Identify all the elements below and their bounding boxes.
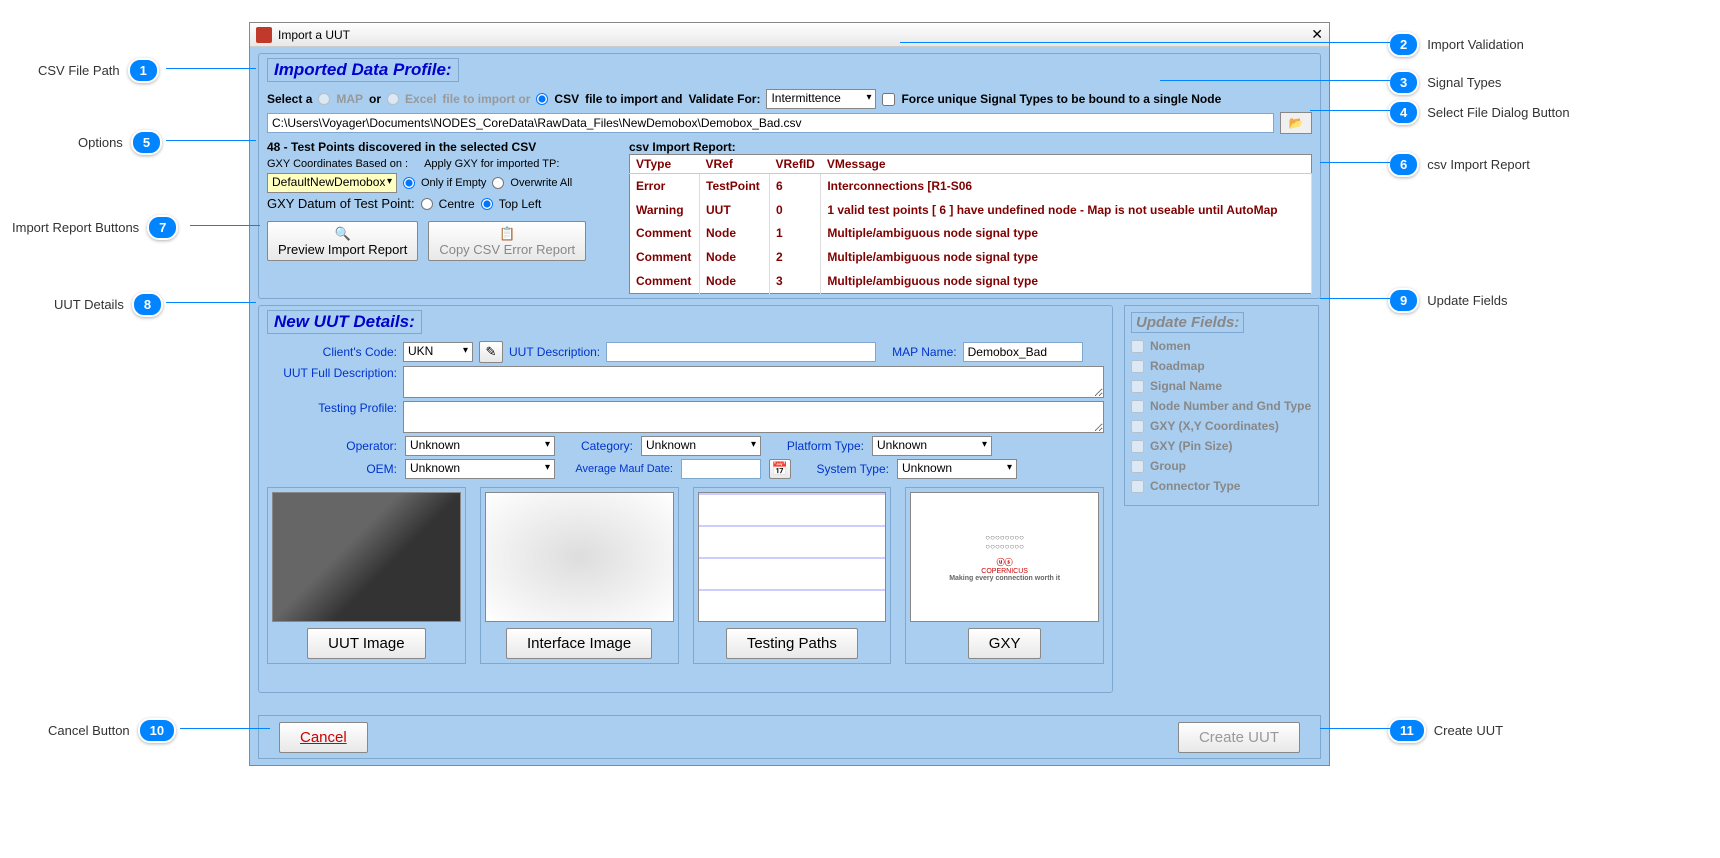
app-icon: [256, 27, 272, 43]
window-title: Import a UUT: [278, 28, 350, 42]
radio-map: [318, 93, 330, 105]
browse-file-button[interactable]: 📂: [1280, 112, 1312, 134]
create-uut-button[interactable]: Create UUT: [1178, 722, 1300, 753]
details-title: New UUT Details:: [267, 310, 422, 334]
titlebar: Import a UUT ✕: [250, 23, 1329, 47]
update-field-item: GXY (X,Y Coordinates): [1131, 419, 1312, 433]
update-field-checkbox: [1131, 440, 1144, 453]
platform-type-select[interactable]: Unknown: [872, 436, 992, 456]
csv-import-report-panel: csv Import Report: VType VRef VRefID VMe…: [629, 140, 1312, 294]
options-panel: 48 - Test Points discovered in the selec…: [267, 140, 617, 264]
date-picker-button[interactable]: 📅: [769, 459, 791, 479]
testing-paths-button[interactable]: Testing Paths: [726, 628, 858, 659]
testing-profile-textarea[interactable]: [403, 401, 1104, 433]
callout-2: 2 Import Validation: [1388, 32, 1524, 57]
uut-description-input[interactable]: [606, 342, 876, 362]
calendar-icon: 📅: [772, 461, 788, 476]
update-field-item: Roadmap: [1131, 359, 1312, 373]
force-unique-checkbox[interactable]: [882, 93, 895, 106]
callout-1: 1 CSV File Path: [38, 58, 159, 83]
radio-only-if-empty[interactable]: [403, 177, 415, 189]
update-field-checkbox: [1131, 360, 1144, 373]
callout-4: 4 Select File Dialog Button: [1388, 100, 1570, 125]
gxy-thumbnail[interactable]: ○○○○○○○○ ○○○○○○○○ ⓤⓢ COPERNICUS Making e…: [910, 492, 1099, 622]
new-uut-details-section: New UUT Details: Client's Code: UKN ✎ UU…: [258, 305, 1113, 693]
radio-centre[interactable]: [421, 198, 433, 210]
import-uut-window: Import a UUT ✕ Imported Data Profile: Se…: [249, 22, 1330, 766]
update-field-checkbox: [1131, 480, 1144, 493]
copy-icon: 📋: [439, 226, 575, 242]
preview-import-report-button[interactable]: 🔍 Preview Import Report: [267, 221, 418, 261]
update-fields-panel: Update Fields: Nomen Roadmap Signal Name No…: [1124, 305, 1319, 506]
bottom-bar: Cancel Create UUT: [258, 715, 1321, 759]
gxy-panel: ○○○○○○○○ ○○○○○○○○ ⓤⓢ COPERNICUS Making e…: [905, 487, 1104, 664]
update-field-checkbox: [1131, 380, 1144, 393]
imported-data-profile-section: Imported Data Profile: Select a MAP or E…: [258, 53, 1321, 299]
category-select[interactable]: Unknown: [641, 436, 761, 456]
update-field-item: Group: [1131, 459, 1312, 473]
update-field-checkbox: [1131, 340, 1144, 353]
table-row[interactable]: CommentNode2Multiple/ambiguous node sign…: [630, 245, 1312, 269]
testing-paths-thumbnail[interactable]: [698, 492, 887, 622]
update-field-item: Connector Type: [1131, 479, 1312, 493]
callout-9: 9 Update Fields: [1388, 288, 1507, 313]
uut-image-panel: UUT Image: [267, 487, 466, 664]
table-row[interactable]: WarningUUT01 valid test points [ 6 ] hav…: [630, 198, 1312, 222]
callout-5: 5 Options: [78, 130, 162, 155]
system-type-select[interactable]: Unknown: [897, 459, 1017, 479]
update-field-checkbox: [1131, 400, 1144, 413]
table-row[interactable]: CommentNode1Multiple/ambiguous node sign…: [630, 222, 1312, 246]
pencil-icon: ✎: [486, 344, 497, 359]
close-icon[interactable]: ✕: [1311, 26, 1323, 43]
edit-clients-code-button[interactable]: ✎: [479, 341, 503, 363]
radio-top-left[interactable]: [481, 198, 493, 210]
uut-full-description-textarea[interactable]: [403, 366, 1104, 398]
uut-image-button[interactable]: UUT Image: [307, 628, 425, 659]
callout-3: 3 Signal Types: [1388, 70, 1501, 95]
radio-csv[interactable]: [536, 93, 548, 105]
callout-11: 11 Create UUT: [1388, 718, 1503, 743]
preview-icon: 🔍: [278, 226, 407, 242]
folder-open-icon: 📂: [1289, 116, 1304, 130]
interface-image-panel: Interface Image: [480, 487, 679, 664]
file-path-input[interactable]: [267, 113, 1274, 133]
csv-import-report-table: VType VRef VRefID VMessage ErrorTestPoin…: [629, 154, 1312, 294]
update-field-checkbox: [1131, 460, 1144, 473]
avg-mauf-date-input[interactable]: [681, 459, 761, 479]
update-field-checkbox: [1131, 420, 1144, 433]
operator-select[interactable]: Unknown: [405, 436, 555, 456]
update-field-item: Signal Name: [1131, 379, 1312, 393]
copy-csv-error-report-button[interactable]: 📋 Copy CSV Error Report: [428, 221, 586, 261]
table-row[interactable]: CommentNode3Multiple/ambiguous node sign…: [630, 269, 1312, 293]
update-fields-title: Update Fields:: [1131, 312, 1244, 333]
update-field-item: Node Number and Gnd Type: [1131, 399, 1312, 413]
callout-6: 6 csv Import Report: [1388, 152, 1530, 177]
oem-select[interactable]: Unknown: [405, 459, 555, 479]
map-name-input[interactable]: [963, 342, 1083, 362]
profile-title: Imported Data Profile:: [267, 58, 459, 82]
update-field-item: GXY (Pin Size): [1131, 439, 1312, 453]
gxy-button[interactable]: GXY: [968, 628, 1042, 659]
validate-for-select[interactable]: Intermittence: [766, 89, 876, 109]
callout-8: 8 UUT Details: [54, 292, 163, 317]
callout-10: 10 Cancel Button: [48, 718, 176, 743]
radio-overwrite-all[interactable]: [492, 177, 504, 189]
callout-7: 7 Import Report Buttons: [12, 215, 178, 240]
cancel-button[interactable]: Cancel: [279, 722, 368, 753]
radio-excel: [387, 93, 399, 105]
clients-code-select[interactable]: UKN: [403, 342, 473, 362]
interface-image-button[interactable]: Interface Image: [506, 628, 652, 659]
testing-paths-panel: Testing Paths: [693, 487, 892, 664]
gxy-coordinates-select[interactable]: DefaultNewDemobox: [267, 173, 397, 193]
interface-image-thumbnail[interactable]: [485, 492, 674, 622]
table-row[interactable]: ErrorTestPoint6Interconnections [R1-S06: [630, 174, 1312, 198]
update-field-item: Nomen: [1131, 339, 1312, 353]
tp-discovered-label: 48 - Test Points discovered in the selec…: [267, 140, 617, 154]
uut-image-thumbnail[interactable]: [272, 492, 461, 622]
